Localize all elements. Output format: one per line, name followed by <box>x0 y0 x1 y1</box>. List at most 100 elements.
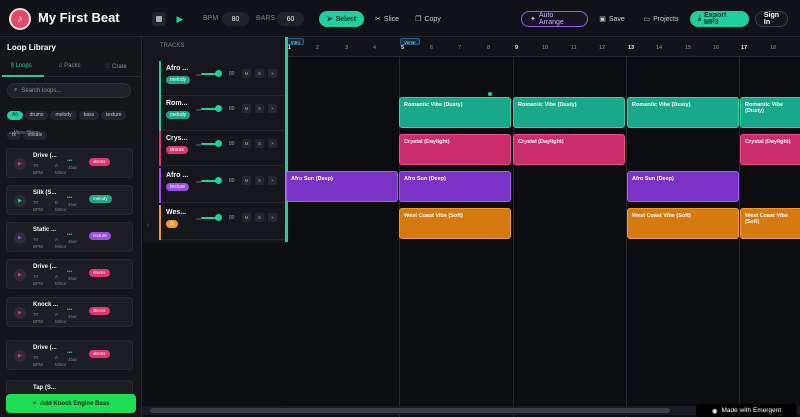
projects-button[interactable]: ▭ Projects <box>636 11 686 27</box>
loop-bars: 4bar <box>68 165 78 170</box>
remove-track-button[interactable]: × <box>268 213 277 222</box>
play-loop-button[interactable]: ▶ <box>14 307 26 319</box>
clip-west-coast-vibe[interactable]: West Coast Vibe (Soft) <box>399 208 511 239</box>
clip-afro-sun[interactable]: Afro Sun (Deep) <box>627 171 739 202</box>
scrollbar-thumb[interactable] <box>150 408 670 413</box>
loop-key: A Minor <box>55 237 67 249</box>
play-button[interactable]: ▶ <box>173 12 187 26</box>
clip-west-coast-vibe[interactable]: West Coast Vibe (Soft) <box>627 208 739 239</box>
volume-slider-handle[interactable] <box>215 177 222 184</box>
chip-texture[interactable]: texture <box>101 111 127 120</box>
loop-name: Static ... <box>33 227 57 233</box>
tab-loops[interactable]: ⫼ Loops <box>11 63 32 70</box>
track-row[interactable]: Wes... fx vol 80 M S × <box>159 205 285 240</box>
select-tool-label: Select <box>335 15 357 23</box>
remove-track-button[interactable]: × <box>268 176 277 185</box>
mute-button[interactable]: M <box>242 213 251 222</box>
slice-tool-button[interactable]: ✂ Slice <box>368 11 406 27</box>
clip-romantic-vibe[interactable]: Romantic Vibe (Dusty) <box>399 97 511 128</box>
play-loop-button[interactable]: ▶ <box>14 158 26 170</box>
remove-track-button[interactable]: × <box>268 69 277 78</box>
mute-button[interactable]: M <box>242 139 251 148</box>
solo-button[interactable]: S <box>255 213 264 222</box>
chip-all[interactable]: All <box>7 111 23 120</box>
loop-item[interactable]: ▶ Drive (... 70 BPM A Minor ••• 4bar drums <box>6 340 133 370</box>
track-row[interactable]: Afro ... melody vol 80 M S × <box>159 61 285 96</box>
bars-input[interactable]: 60 <box>277 12 304 26</box>
solo-button[interactable]: S <box>255 176 264 185</box>
clip-crystal[interactable]: Crystal (Daylight) <box>399 134 511 165</box>
mute-button[interactable]: M <box>242 176 251 185</box>
bpm-input[interactable]: 80 <box>222 12 249 26</box>
clip-romantic-vibe[interactable]: Romantic Vibe (Dusty) <box>627 97 739 128</box>
track-tag: fx <box>166 220 178 228</box>
loop-item[interactable]: ▶ Drive (... 70 BPM A Minor ••• 4bar drums <box>6 259 133 289</box>
cursor-icon: ➤ <box>326 16 333 23</box>
play-loop-button[interactable]: ▶ <box>14 350 26 362</box>
auto-arrange-button[interactable]: ✦ Auto Arrange <box>521 11 588 27</box>
track-row[interactable]: Afro ... texture vol 80 M S × <box>159 168 285 203</box>
volume-value: 80 <box>229 71 235 77</box>
library-tabs: ⫼ Loops ♫ Packs ♡ Crate <box>0 57 142 77</box>
clip-crystal[interactable]: Crystal (Daylight) <box>513 134 625 165</box>
loop-item[interactable]: ▶ Static ... 70 BPM A Minor ••• 4bar textu… <box>6 222 133 252</box>
play-loop-button[interactable]: ▶ <box>14 269 26 281</box>
loop-bpm: 70 BPM <box>33 200 43 212</box>
track-row[interactable]: Crys... drums vol 80 M S × <box>159 131 285 166</box>
chip-bass[interactable]: bass <box>78 111 100 120</box>
mute-button[interactable]: M <box>242 104 251 113</box>
sign-in-button[interactable]: Sign In <box>755 11 788 27</box>
tab-packs[interactable]: ♫ Packs <box>58 63 81 69</box>
mute-button[interactable]: M <box>242 69 251 78</box>
copy-tool-button[interactable]: ❐ Copy <box>410 11 446 27</box>
clip-west-coast-vibe[interactable]: West Coast Vibe (Soft) <box>740 208 800 239</box>
clip-crystal[interactable]: Crystal (Daylight) <box>740 134 800 165</box>
search-placeholder: Search loops... <box>21 87 62 94</box>
chevron-left-icon[interactable]: ‹ <box>147 222 149 229</box>
add-loop-label: Add Knock Engine Bass <box>40 400 110 407</box>
tracks-header: TRACKS <box>160 43 185 49</box>
solo-button[interactable]: S <box>255 104 264 113</box>
remove-track-button[interactable]: × <box>268 104 277 113</box>
solo-button[interactable]: S <box>255 139 264 148</box>
bar-number: 14 <box>656 45 663 51</box>
chip-melody[interactable]: melody <box>50 111 77 120</box>
section-marker-intro[interactable]: Intro <box>287 38 305 45</box>
solo-button[interactable]: S <box>255 69 264 78</box>
tab-crate-label: Crate <box>112 64 127 70</box>
app-window: ♪ My First Beat ▶ BPM 80 BARS 60 ➤ Select… <box>0 0 800 417</box>
loop-item[interactable]: ▶ Knock ... 70 BPM A Minor ••• 4bar drums <box>6 297 133 327</box>
bar-ruler[interactable]: Intro Verse 1 2 3 4 5 6 7 8 9 10 11 12 1… <box>286 37 800 57</box>
playhead[interactable] <box>286 37 288 242</box>
stop-button[interactable] <box>152 12 166 26</box>
arrangement-timeline[interactable]: Intro Verse 1 2 3 4 5 6 7 8 9 10 11 12 1… <box>286 37 800 417</box>
loop-item[interactable]: Tap (S... <box>6 380 133 394</box>
volume-slider-handle[interactable] <box>215 214 222 221</box>
project-title[interactable]: My First Beat <box>38 10 120 25</box>
chip-drums[interactable]: drums <box>24 111 49 120</box>
section-marker-verse[interactable]: Verse <box>400 38 420 45</box>
clip-romantic-vibe[interactable]: Romantic Vibe (Dusty) <box>513 97 625 128</box>
search-loops-input[interactable]: ⌕ Search loops... <box>7 83 131 98</box>
track-row[interactable]: Rom... melody vol 80 M S × <box>159 96 285 131</box>
more-filters-toggle[interactable]: ⌄ More filters <box>8 130 38 136</box>
tab-crate[interactable]: ♡ Crate <box>105 63 127 70</box>
add-loop-button[interactable]: + Add Knock Engine Bass <box>6 394 136 413</box>
save-button[interactable]: ▣ Save <box>592 11 632 27</box>
made-with-emergent-badge[interactable]: ◉ Made with Emergent <box>696 404 797 417</box>
clip-romantic-vibe[interactable]: Romantic Vibe (Dusty) <box>740 97 800 128</box>
remove-track-button[interactable]: × <box>268 139 277 148</box>
clip-afro-sun[interactable]: Afro Sun (Deep) <box>399 171 511 202</box>
folder-icon: ▭ <box>643 16 651 23</box>
loop-item[interactable]: ▶ Drive (... 70 BPM A Minor ••• 4bar drums <box>6 148 133 178</box>
clip-afro-sun[interactable]: Afro Sun (Deep) <box>286 171 398 202</box>
loop-bars: 4bar <box>68 357 78 362</box>
play-loop-button[interactable]: ▶ <box>14 195 26 207</box>
play-loop-button[interactable]: ▶ <box>14 232 26 244</box>
select-tool-button[interactable]: ➤ Select <box>319 11 364 27</box>
export-mp3-button[interactable]: ⤓ Export MP3 <box>690 11 749 27</box>
volume-slider-handle[interactable] <box>215 70 222 77</box>
volume-slider-handle[interactable] <box>215 140 222 147</box>
volume-slider-handle[interactable] <box>215 105 222 112</box>
loop-item[interactable]: ▶ Silk (S... 70 BPM E Minor ••• 4bar melod… <box>6 185 133 215</box>
